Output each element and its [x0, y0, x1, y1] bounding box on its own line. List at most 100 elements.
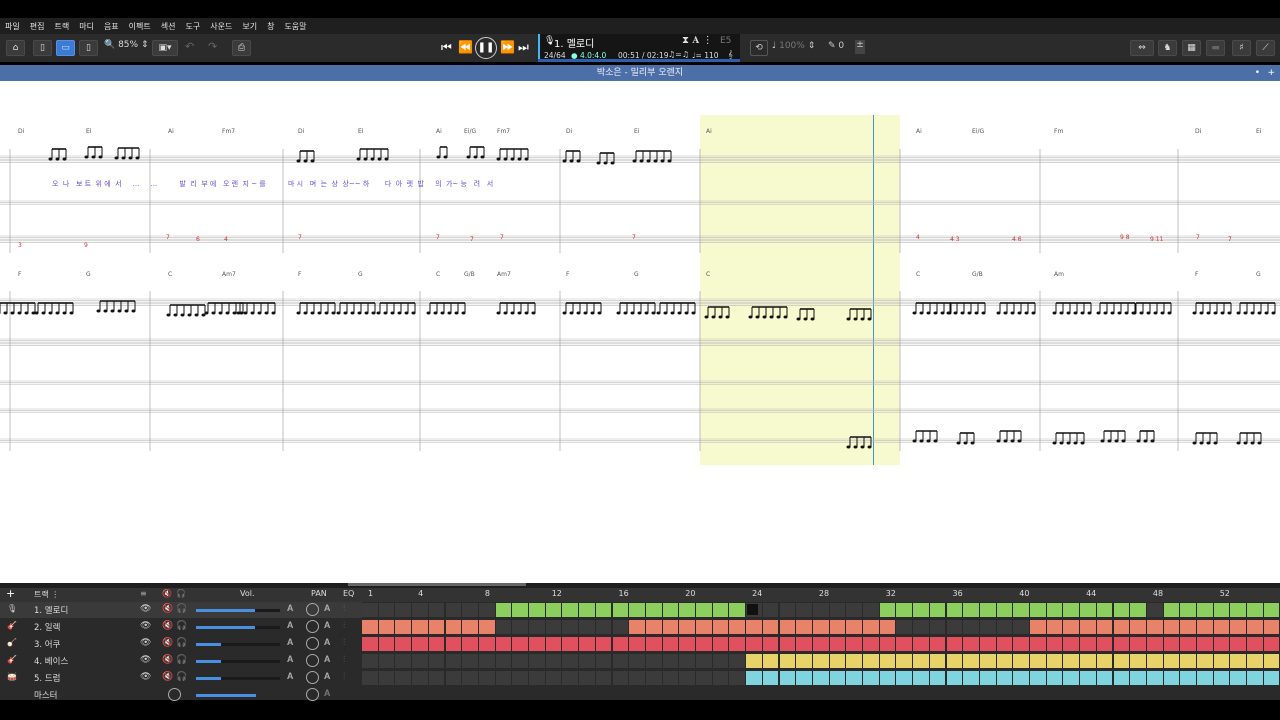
track-cell-empty[interactable] — [662, 671, 679, 685]
track-row[interactable]: 🎙 1. 멜로디 👁 🔇 🎧 𝐀 𝐀 ⫶ — [0, 602, 362, 618]
pause-icon[interactable]: ❚❚ — [475, 37, 497, 59]
track-cell-drum[interactable] — [1130, 671, 1146, 685]
piano-keyboard-icon[interactable]: ▦ — [1182, 40, 1201, 56]
track-cell-acoustic[interactable] — [1063, 637, 1080, 651]
pan-knob[interactable] — [306, 671, 319, 684]
volume-slider[interactable] — [196, 643, 280, 646]
track-cell-drum[interactable] — [996, 671, 1013, 685]
track-cell-melody[interactable] — [896, 603, 913, 617]
menu-help[interactable]: 도움말 — [284, 21, 306, 32]
measure-number[interactable]: 32 — [886, 589, 896, 598]
track-cell-melody[interactable] — [1263, 603, 1280, 617]
automation-icon[interactable]: 𝐀 — [287, 621, 293, 631]
track-cell-acoustic[interactable] — [462, 637, 478, 651]
automation-icon[interactable]: 𝐀 — [324, 689, 330, 699]
track-cell-acoustic[interactable] — [679, 637, 695, 651]
track-cell-empty[interactable] — [545, 671, 562, 685]
track-cell-bass[interactable] — [1030, 654, 1046, 668]
track-cell-melody[interactable] — [913, 603, 929, 617]
undo-icon[interactable]: ↶ — [185, 40, 194, 53]
track-cell-empty[interactable] — [645, 654, 662, 668]
automation-icon[interactable]: 𝐀 — [287, 638, 293, 648]
track-cell-empty[interactable] — [712, 671, 729, 685]
track-cell-acoustic[interactable] — [412, 637, 428, 651]
track-cell-acoustic[interactable] — [662, 637, 679, 651]
track-cell-drum[interactable] — [762, 671, 779, 685]
track-cell-empty[interactable] — [445, 603, 462, 617]
track-cell-bass[interactable] — [779, 654, 796, 668]
menu-window[interactable]: 창 — [267, 21, 274, 32]
track-cell-acoustic[interactable] — [779, 637, 796, 651]
track-cell-empty[interactable] — [395, 654, 412, 668]
track-cell-acoustic[interactable] — [746, 637, 762, 651]
track-cell-melody[interactable] — [946, 603, 963, 617]
track-cell-empty[interactable] — [529, 671, 545, 685]
menu-sound[interactable]: 사운드 — [210, 21, 232, 32]
track-cell-bass[interactable] — [896, 654, 913, 668]
track-cell-acoustic[interactable] — [1180, 637, 1196, 651]
track-cell-electric[interactable] — [662, 620, 679, 634]
menu-bar-measure[interactable]: 마디 — [79, 21, 94, 32]
track-cell-melody[interactable] — [1096, 603, 1113, 617]
track-cell-drum[interactable] — [1146, 671, 1163, 685]
track-cell-empty[interactable] — [445, 654, 462, 668]
track-cell-electric[interactable] — [762, 620, 779, 634]
mixer-icon[interactable]: ♯ — [1232, 40, 1251, 56]
track-cell-empty[interactable] — [896, 620, 913, 634]
track-cell-acoustic[interactable] — [829, 637, 846, 651]
track-cell-melody[interactable] — [929, 603, 946, 617]
pan-knob[interactable] — [306, 603, 319, 616]
playback-progress[interactable] — [538, 59, 740, 62]
track-cell-drum[interactable] — [1113, 671, 1130, 685]
track-cell-empty[interactable] — [512, 671, 528, 685]
track-cell-electric[interactable] — [478, 620, 495, 634]
track-cell-empty[interactable] — [1146, 603, 1163, 617]
track-cell-bass[interactable] — [913, 654, 929, 668]
track-cell-melody[interactable] — [1197, 603, 1213, 617]
track-cell-empty[interactable] — [478, 671, 495, 685]
track-cell-empty[interactable] — [428, 603, 445, 617]
panel-left-icon[interactable]: ▯ — [33, 40, 52, 56]
track-cell-drum[interactable] — [1247, 671, 1263, 685]
track-cell-bass[interactable] — [1230, 654, 1247, 668]
track-cell-acoustic[interactable] — [913, 637, 929, 651]
track-cell-bass[interactable] — [1213, 654, 1230, 668]
pan-knob[interactable] — [306, 637, 319, 650]
guitar-neck-icon[interactable]: ♞ — [1158, 40, 1177, 56]
eq-icon[interactable]: ⫶ — [343, 655, 345, 665]
track-cell-electric[interactable] — [1130, 620, 1146, 634]
track-cell-empty[interactable] — [846, 603, 862, 617]
track-cell-melody[interactable] — [1013, 603, 1029, 617]
track-cell-bass[interactable] — [1096, 654, 1113, 668]
track-cell-empty[interactable] — [595, 654, 612, 668]
track-cell-empty[interactable] — [996, 620, 1013, 634]
measure-number[interactable]: 44 — [1086, 589, 1096, 598]
track-cell-empty[interactable] — [762, 603, 779, 617]
track-cell-drum[interactable] — [779, 671, 796, 685]
track-cell-acoustic[interactable] — [996, 637, 1013, 651]
track-cell-empty[interactable] — [412, 654, 428, 668]
track-cell-acoustic[interactable] — [1230, 637, 1247, 651]
track-cell-acoustic[interactable] — [629, 637, 645, 651]
track-cell-melody[interactable] — [1213, 603, 1230, 617]
track-cell-electric[interactable] — [879, 620, 896, 634]
track-cell-acoustic[interactable] — [562, 637, 579, 651]
track-name[interactable]: 1. 멜로디 — [34, 604, 68, 616]
measure-number[interactable]: 24 — [752, 589, 762, 598]
automation-icon[interactable]: 𝐀 — [287, 672, 293, 682]
track-cell-acoustic[interactable] — [812, 637, 829, 651]
track-cell-drum[interactable] — [896, 671, 913, 685]
track-cell-electric[interactable] — [863, 620, 879, 634]
menu-track[interactable]: 트랙 — [54, 21, 69, 32]
solo-icon[interactable]: 🎧 — [176, 655, 187, 665]
track-cell-melody[interactable] — [1063, 603, 1080, 617]
track-cell-empty[interactable] — [929, 620, 946, 634]
pan-knob[interactable] — [306, 620, 319, 633]
track-cell-bass[interactable] — [762, 654, 779, 668]
page-view-icon[interactable]: ▭ — [56, 40, 75, 56]
track-cell-electric[interactable] — [779, 620, 796, 634]
track-cell-bass[interactable] — [946, 654, 963, 668]
track-cell-bass[interactable] — [1063, 654, 1080, 668]
go-end-icon[interactable]: ⏭ — [518, 40, 529, 55]
automation-icon[interactable]: 𝐀 — [324, 672, 330, 682]
